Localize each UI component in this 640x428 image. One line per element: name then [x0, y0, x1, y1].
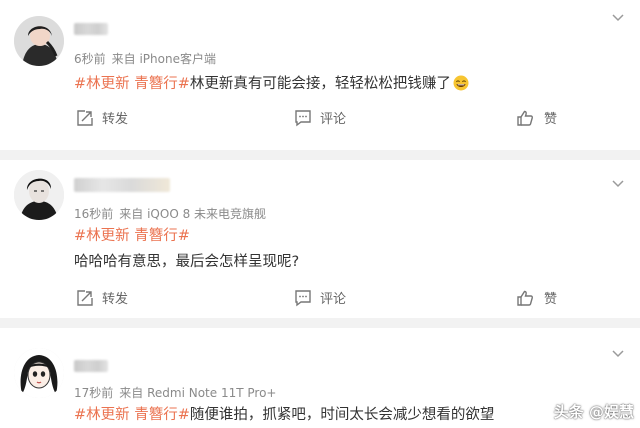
- comment-icon: [295, 109, 311, 126]
- chevron-down-icon[interactable]: [612, 350, 624, 358]
- post-meta: 16秒前 来自 iQOO 8 未来电竞旗舰: [74, 205, 266, 222]
- post-text: #林更新 青簪行#林更新真有可能会接，轻轻松松把钱赚了: [74, 72, 469, 93]
- post-meta: 17秒前 来自 Redmi Note 11T Pro+: [74, 384, 276, 401]
- comment-button[interactable]: 评论: [294, 108, 346, 127]
- repost-icon: [77, 289, 93, 306]
- comment-icon: [295, 289, 311, 306]
- chevron-down-icon[interactable]: [612, 180, 624, 188]
- topic-tag[interactable]: 青簪行#: [134, 76, 190, 92]
- post-body: 哈哈哈有意思，最后会怎样呈现呢?: [74, 254, 300, 270]
- username-redacted: [74, 360, 108, 372]
- watermark: 头条 @娱慧: [553, 403, 634, 421]
- comment-card-2: 16秒前 来自 iQOO 8 未来电竞旗舰 #林更新 青簪行# 哈哈哈有意思，最后…: [0, 160, 640, 318]
- post-tags: #林更新 青簪行#: [74, 224, 190, 245]
- repost-label: 转发: [102, 292, 129, 307]
- post-source: 来自 iQOO 8 未来电竞旗舰: [119, 207, 267, 221]
- thumbs-up-icon: [517, 290, 533, 306]
- post-time: 17秒前: [74, 386, 114, 400]
- repost-button[interactable]: 转发: [76, 288, 128, 307]
- topic-tag[interactable]: #林更新: [74, 228, 130, 244]
- avatar[interactable]: [14, 170, 64, 220]
- comment-label: 评论: [320, 112, 347, 127]
- post-source: 来自 iPhone客户端: [111, 52, 216, 66]
- like-label: 赞: [544, 112, 558, 127]
- divider: [0, 150, 640, 160]
- repost-icon: [77, 109, 93, 126]
- post-meta: 6秒前 来自 iPhone客户端: [74, 50, 216, 67]
- comment-card-3: 17秒前 来自 Redmi Note 11T Pro+ #林更新 青簪行#随便谁拍…: [0, 328, 640, 428]
- comment-label: 评论: [320, 292, 347, 307]
- avatar[interactable]: [14, 348, 64, 398]
- topic-tag[interactable]: 青簪行#: [134, 228, 190, 244]
- repost-label: 转发: [102, 112, 129, 127]
- post-source: 来自 Redmi Note 11T Pro+: [119, 386, 277, 400]
- topic-tag[interactable]: #林更新: [74, 76, 130, 92]
- like-label: 赞: [544, 292, 558, 307]
- avatar[interactable]: [14, 16, 64, 66]
- comment-button[interactable]: 评论: [294, 288, 346, 307]
- comment-card-1: 6秒前 来自 iPhone客户端 #林更新 青簪行#林更新真有可能会接，轻轻松松把…: [0, 0, 640, 150]
- grinning-face-icon: [453, 75, 469, 91]
- divider: [0, 318, 640, 328]
- post-time: 16秒前: [74, 207, 114, 221]
- username-redacted: [74, 23, 108, 35]
- like-button[interactable]: 赞: [516, 288, 557, 307]
- thumbs-up-icon: [517, 110, 533, 126]
- like-button[interactable]: 赞: [516, 108, 557, 127]
- repost-button[interactable]: 转发: [76, 108, 128, 127]
- post-body: 随便谁拍，抓紧吧，时间太长会减少想看的欲望: [189, 407, 495, 423]
- topic-tag[interactable]: 青簪行#: [134, 407, 190, 423]
- topic-tag[interactable]: #林更新: [74, 407, 130, 423]
- chevron-down-icon[interactable]: [612, 14, 624, 22]
- post-text: #林更新 青簪行#随便谁拍，抓紧吧，时间太长会减少想看的欲望: [74, 403, 494, 424]
- username-redacted: [74, 178, 170, 192]
- post-body: 林更新真有可能会接，轻轻松松把钱赚了: [189, 76, 451, 92]
- post-time: 6秒前: [74, 52, 106, 66]
